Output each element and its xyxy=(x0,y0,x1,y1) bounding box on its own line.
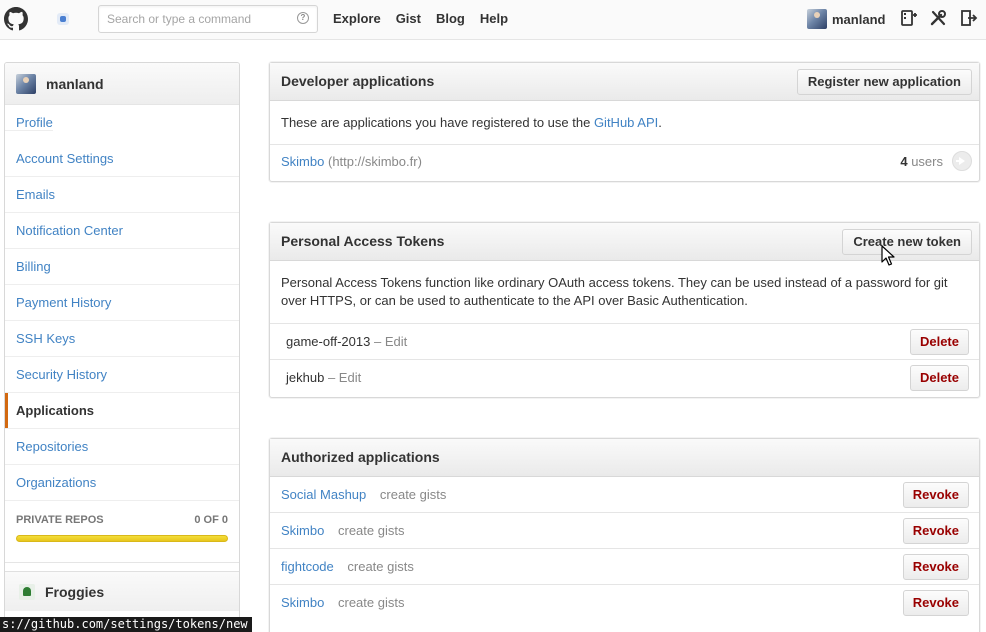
list-item: game-off-2013 – Edit Delete xyxy=(270,324,979,360)
revoke-button[interactable]: Revoke xyxy=(902,554,969,580)
sidebar-item-applications[interactable]: Applications xyxy=(5,393,239,429)
authorized-app-scope: create gists xyxy=(337,595,405,610)
top-nav: Explore Gist Blog Help xyxy=(333,11,508,26)
authorized-app-scope: create gists xyxy=(347,559,414,574)
token-name: jekhub xyxy=(286,370,325,385)
list-item: Skimbo create gists Revoke xyxy=(270,513,979,549)
authorized-app-scope: create gists xyxy=(379,487,447,502)
list-item: fightcode create gists Revoke xyxy=(270,549,979,585)
sidebar-item-repositories[interactable]: Repositories xyxy=(5,429,239,465)
authorized-applications-header: Authorized applications xyxy=(270,439,979,477)
tokens-description-text: Personal Access Tokens function like ord… xyxy=(281,275,948,308)
private-repos-label: PRIVATE REPOS xyxy=(16,514,104,526)
register-new-application-button[interactable]: Register new application xyxy=(796,69,972,95)
sidebar-item-profile[interactable]: Profile xyxy=(5,115,53,131)
settings-tools-icon[interactable] xyxy=(929,9,947,27)
sidebar-item-notification-center[interactable]: Notification Center xyxy=(5,213,239,249)
list-item: Social Mashup create gists Revoke xyxy=(270,477,979,513)
authorized-app-name[interactable]: fightcode xyxy=(281,559,334,574)
sidebar-item-billing[interactable]: Billing xyxy=(5,249,239,285)
github-api-link[interactable]: GitHub API xyxy=(594,115,658,130)
delete-token-button[interactable]: Delete xyxy=(909,329,969,355)
token-separator: – xyxy=(373,334,382,349)
authorized-app-name[interactable]: Skimbo xyxy=(281,523,324,538)
private-repos-count: 0 OF 0 xyxy=(194,514,228,526)
sidebar-item-security-history[interactable]: Security History xyxy=(5,357,239,393)
site-header: ? Explore Gist Blog Help manland xyxy=(0,0,986,40)
intro-text: These are applications you have register… xyxy=(281,115,591,130)
org-avatar-icon xyxy=(19,583,35,600)
avatar xyxy=(16,73,36,94)
developer-applications-intro: These are applications you have register… xyxy=(270,101,979,145)
nav-explore[interactable]: Explore xyxy=(333,11,381,26)
arrow-right-icon[interactable] xyxy=(952,151,972,171)
search-box: ? xyxy=(98,5,318,33)
user-menu[interactable]: manland xyxy=(807,9,885,29)
revoke-button[interactable]: Revoke xyxy=(902,518,969,544)
create-new-token-button[interactable]: Create new token xyxy=(842,229,972,255)
authorized-applications-box: Authorized applications Social Mashup cr… xyxy=(269,438,980,632)
developer-applications-box: Developer applications Register new appl… xyxy=(269,62,980,182)
new-repo-icon[interactable] xyxy=(900,9,918,27)
token-separator: – xyxy=(327,370,336,385)
nav-gist[interactable]: Gist xyxy=(396,11,421,26)
github-logo-icon[interactable] xyxy=(4,6,28,32)
developer-app-name[interactable]: Skimbo xyxy=(281,154,324,169)
personal-access-tokens-box: Personal Access Tokens Create new token … xyxy=(269,222,980,398)
authorized-app-name[interactable]: Skimbo xyxy=(281,595,324,610)
authorized-app-scope: create gists xyxy=(337,523,405,538)
developer-applications-header: Developer applications Register new appl… xyxy=(270,63,979,101)
status-url: s://github.com/settings/tokens/new xyxy=(2,617,248,631)
mouse-cursor-icon xyxy=(881,245,895,266)
sidebar-item-organizations[interactable]: Organizations xyxy=(5,465,239,501)
intro-suffix: . xyxy=(658,115,662,130)
header-username[interactable]: manland xyxy=(832,12,885,27)
list-item[interactable]: Skimbo (http://skimbo.fr) 4 users xyxy=(270,145,979,180)
search-input[interactable] xyxy=(100,7,290,31)
users-count: 4 users xyxy=(900,154,943,169)
authorized-app-name[interactable]: Social Mashup xyxy=(281,487,366,502)
org-name[interactable]: Froggies xyxy=(45,584,104,600)
private-repos-bar xyxy=(16,535,228,542)
developer-app-url: (http://skimbo.fr) xyxy=(327,154,422,169)
avatar[interactable] xyxy=(807,9,827,29)
revoke-button[interactable]: Revoke xyxy=(902,590,969,616)
token-name: game-off-2013 xyxy=(286,334,371,349)
settings-sidebar: manland Profile Account Settings Emails … xyxy=(4,62,240,632)
sidebar-header: manland xyxy=(5,63,239,105)
token-edit-link[interactable]: Edit xyxy=(385,334,407,349)
sidebar-org-header[interactable]: Froggies xyxy=(5,571,239,611)
delete-token-button[interactable]: Delete xyxy=(909,365,969,391)
personal-access-tokens-header: Personal Access Tokens Create new token xyxy=(270,223,979,261)
list-item: Skimbo create gists Revoke xyxy=(270,585,979,621)
sidebar-item-emails[interactable]: Emails xyxy=(5,177,239,213)
sidebar-username: manland xyxy=(46,75,104,92)
authorized-applications-title: Authorized applications xyxy=(281,449,440,465)
sign-out-icon[interactable] xyxy=(960,9,978,27)
browser-status-bar: s://github.com/settings/tokens/new xyxy=(0,617,252,632)
tokens-description: Personal Access Tokens function like ord… xyxy=(270,261,979,324)
nav-help[interactable]: Help xyxy=(480,11,508,26)
sidebar-item-payment-history[interactable]: Payment History xyxy=(5,285,239,321)
nav-blog[interactable]: Blog xyxy=(436,11,465,26)
token-edit-link[interactable]: Edit xyxy=(339,370,361,385)
notifications-icon[interactable] xyxy=(57,13,69,25)
sidebar-item-ssh-keys[interactable]: SSH Keys xyxy=(5,321,239,357)
personal-access-tokens-title: Personal Access Tokens xyxy=(281,233,445,249)
help-icon[interactable]: ? xyxy=(297,12,309,24)
developer-applications-title: Developer applications xyxy=(281,73,435,89)
revoke-button[interactable]: Revoke xyxy=(902,482,969,508)
list-item: jekhub – Edit Delete xyxy=(270,360,979,396)
sidebar-item-account-settings[interactable]: Account Settings xyxy=(5,141,239,177)
private-repos-meter: PRIVATE REPOS 0 OF 0 xyxy=(5,501,239,563)
